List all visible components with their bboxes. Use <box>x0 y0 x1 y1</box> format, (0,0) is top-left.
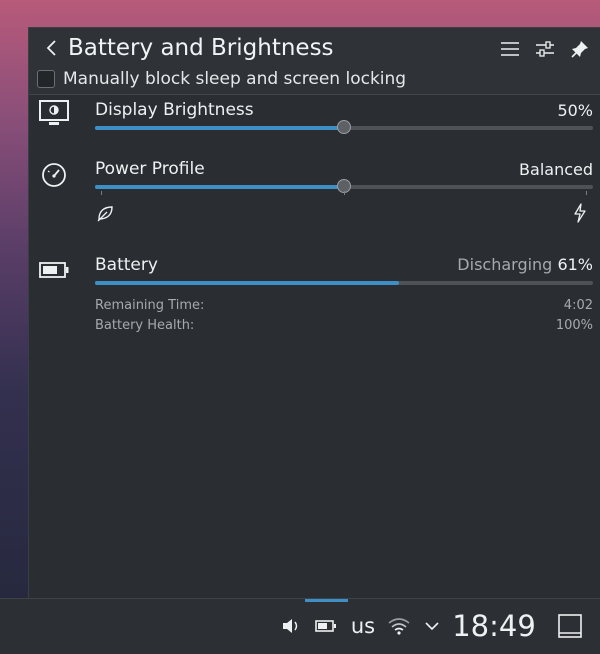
battery-level-bar <box>95 281 593 285</box>
pin-icon <box>571 41 588 58</box>
battery-level-fill <box>95 281 399 285</box>
brightness-label: Display Brightness <box>95 100 254 120</box>
brightness-slider[interactable] <box>95 120 593 134</box>
battery-health-label: Battery Health: <box>95 318 195 333</box>
block-sleep-checkbox[interactable] <box>37 70 55 88</box>
battery-label: Battery <box>95 255 158 275</box>
power-profile-value: Balanced <box>519 160 593 179</box>
power-profile-slider[interactable] <box>95 179 593 195</box>
sliders-settings-icon <box>536 41 554 57</box>
leaf-icon <box>95 203 117 225</box>
block-sleep-label: Manually block sleep and screen locking <box>63 69 407 89</box>
hamburger-menu-icon <box>501 42 519 56</box>
battery-status: Discharging 61% <box>457 255 593 274</box>
clock[interactable]: 18:49 <box>452 607 536 645</box>
active-indicator <box>305 599 348 602</box>
show-hidden-icons-button[interactable] <box>420 613 444 639</box>
network-tray-button[interactable] <box>385 613 413 639</box>
chevron-down-icon <box>425 622 439 631</box>
lightning-icon <box>571 203 593 225</box>
monitor-brightness-icon <box>37 96 71 130</box>
show-desktop-button[interactable] <box>555 611 585 641</box>
balanced-tick <box>344 191 345 195</box>
power-save-tick <box>101 191 102 195</box>
battery-health-value: 100% <box>555 318 593 333</box>
power-profile-label: Power Profile <box>95 159 205 179</box>
brightness-slider-fill <box>95 126 344 130</box>
brightness-slider-handle[interactable] <box>337 120 351 134</box>
block-sleep-toggle[interactable]: Manually block sleep and screen locking <box>37 67 406 91</box>
remaining-time-value: 4:02 <box>563 298 593 313</box>
battery-tray-button[interactable] <box>312 613 340 639</box>
battery-percent: 61% <box>557 255 593 274</box>
back-arrow-icon <box>46 40 56 56</box>
battery-icon <box>37 253 71 287</box>
remaining-time-label: Remaining Time: <box>95 298 205 313</box>
battery-state: Discharging <box>457 255 553 274</box>
power-profile-slider-fill <box>95 185 344 189</box>
battery-brightness-popup: Battery and Brightness Manually block sl… <box>28 27 600 599</box>
menu-button[interactable] <box>497 36 523 62</box>
pin-button[interactable] <box>567 36 593 62</box>
speaker-icon <box>283 619 298 633</box>
performance-tick <box>586 191 587 195</box>
header-divider <box>29 94 600 95</box>
brightness-value: 50% <box>557 101 593 120</box>
page-title: Battery and Brightness <box>68 35 334 61</box>
taskbar: us 18:49 <box>0 598 600 654</box>
volume-tray-button[interactable] <box>278 613 304 639</box>
keyboard-layout-button[interactable]: us <box>346 611 380 641</box>
show-desktop-icon <box>558 614 582 638</box>
configure-button[interactable] <box>532 36 558 62</box>
wifi-icon <box>388 618 410 635</box>
gauge-icon <box>37 158 71 192</box>
battery-icon <box>315 620 336 632</box>
popup-header: Battery and Brightness Manually block sl… <box>29 28 600 94</box>
back-button[interactable] <box>38 34 66 62</box>
